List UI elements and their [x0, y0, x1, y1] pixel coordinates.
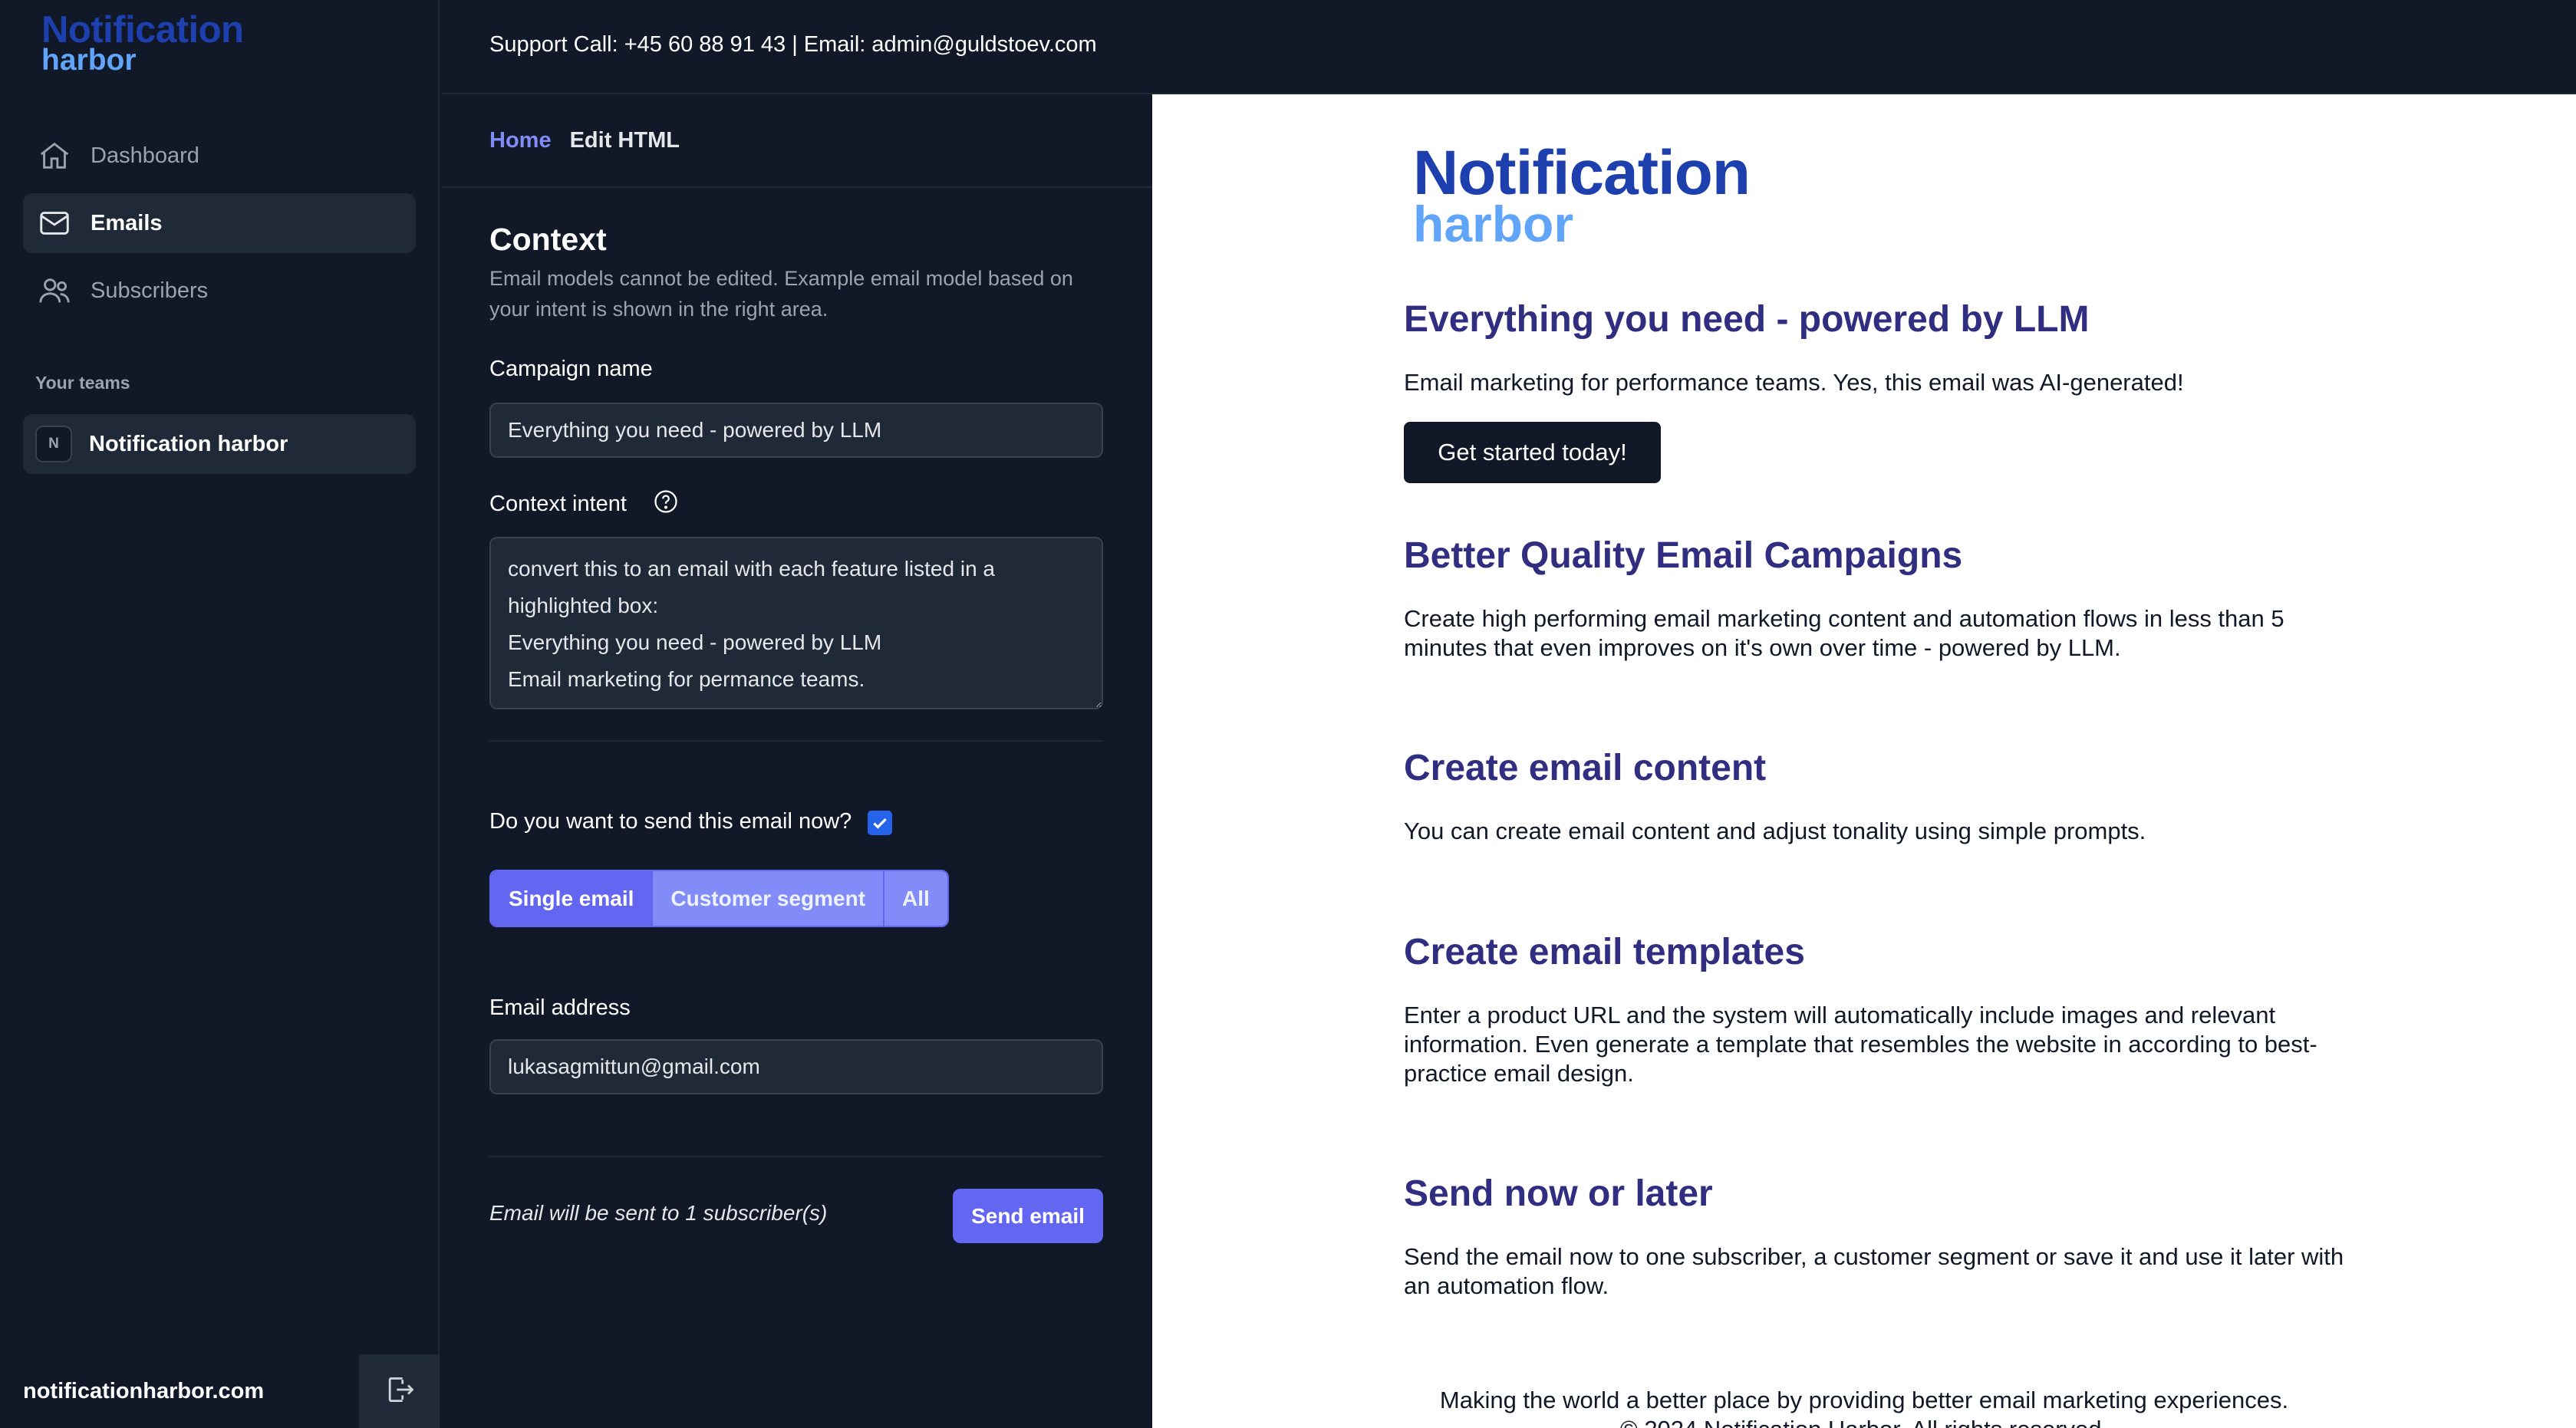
preview-footer-copyright: © 2024 Notification Harbor. All rights r… [1152, 1415, 2576, 1428]
divider [489, 1156, 1103, 1157]
sidebar-item-emails[interactable]: Emails [23, 193, 416, 253]
team-badge: N [35, 426, 72, 462]
envelope-icon [37, 206, 72, 241]
send-email-button[interactable]: Send email [953, 1189, 1103, 1243]
preview-section-title: Create email templates [1404, 932, 1805, 972]
send-now-checkbox[interactable] [868, 811, 892, 835]
breadcrumb: Home Edit HTML [441, 94, 1152, 188]
send-now-label: Do you want to send this email now? [489, 809, 852, 834]
home-icon [37, 138, 72, 173]
preview-section-title: Create email content [1404, 748, 1767, 788]
footer-domain[interactable]: notificationharbor.com [23, 1379, 264, 1404]
users-icon [37, 273, 72, 308]
breadcrumb-current: Edit HTML [569, 127, 680, 153]
email-preview: Notification harbor Everything you need … [1152, 94, 2576, 1428]
preview-hero-text: Email marketing for performance teams. Y… [1404, 369, 2184, 396]
preview-cta-button[interactable]: Get started today! [1404, 422, 1661, 483]
preview-section-text: Send the email now to one subscriber, a … [1404, 1243, 2344, 1299]
preview-section-title: Better Quality Email Campaigns [1404, 535, 1963, 576]
context-intent-textarea[interactable]: convert this to an email with each featu… [489, 537, 1103, 709]
breadcrumb-home-link[interactable]: Home [489, 128, 552, 153]
context-description: Email models cannot be edited. Example e… [489, 267, 1073, 321]
preview-logo: Notification harbor [1413, 138, 1751, 252]
help-icon[interactable] [652, 488, 680, 515]
logout-button[interactable] [359, 1354, 440, 1428]
preview-section-text: You can create email content and adjust … [1404, 818, 2146, 844]
team-item[interactable]: N Notification harbor [23, 414, 416, 474]
campaign-name-input[interactable] [489, 403, 1103, 458]
preview-footer-tagline: Making the world a better place by provi… [1439, 1387, 2289, 1413]
logout-icon [383, 1373, 417, 1410]
context-title: Context [489, 222, 607, 257]
support-info: Support Call: +45 60 88 91 43 | Email: a… [489, 32, 1097, 57]
sidebar-item-label: Emails [91, 210, 163, 235]
divider [489, 740, 1103, 742]
preview-hero-title: Everything you need - powered by LLM [1404, 299, 2090, 340]
sidebar-footer: notificationharbor.com [0, 1354, 440, 1428]
email-address-label: Email address [489, 995, 631, 1020]
preview-section-text: Create high performing email marketing c… [1404, 605, 2284, 661]
sidebar-item-subscribers[interactable]: Subscribers [23, 261, 416, 321]
top-bar: Support Call: +45 60 88 91 43 | Email: a… [441, 0, 2576, 94]
logo-line-2: harbor [41, 44, 137, 77]
sidebar-item-label: Dashboard [91, 143, 199, 168]
logo-line-1: Notification [41, 9, 244, 51]
team-name: Notification harbor [89, 431, 288, 456]
logo[interactable]: Notification harbor [41, 9, 244, 77]
sidebar: Notification harbor Dashboard Emails Sub… [0, 0, 440, 1428]
context-intent-label: Context intent [489, 492, 627, 516]
segment-all[interactable]: All [883, 871, 947, 926]
preview-section-text: Enter a product URL and the system will … [1404, 1002, 2317, 1087]
preview-section-title: Send now or later [1404, 1173, 1713, 1214]
email-address-input[interactable] [489, 1039, 1103, 1094]
preview-logo-line-2: harbor [1413, 195, 1574, 252]
editor-panel: Home Edit HTML Context Email models cann… [441, 94, 1152, 1428]
recipient-count-note: Email will be sent to 1 subscriber(s) [489, 1201, 828, 1225]
campaign-name-label: Campaign name [489, 357, 653, 381]
segment-single-email[interactable]: Single email [491, 871, 652, 926]
sidebar-item-dashboard[interactable]: Dashboard [23, 126, 416, 186]
sidebar-item-label: Subscribers [91, 278, 209, 303]
preview-logo-line-1: Notification [1413, 138, 1751, 208]
segment-customer-segment[interactable]: Customer segment [651, 871, 884, 926]
teams-heading: Your teams [35, 373, 130, 393]
recipient-segmented-control: Single email Customer segment All [489, 870, 949, 927]
